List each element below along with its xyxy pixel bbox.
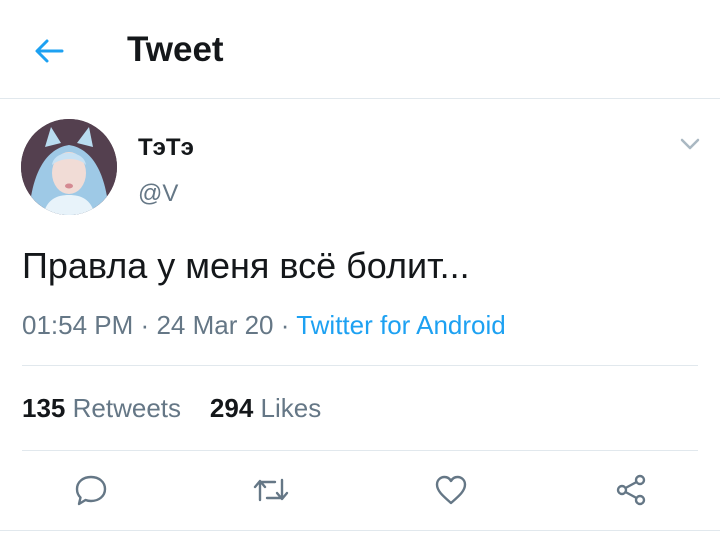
divider: [0, 530, 720, 531]
back-button[interactable]: [30, 32, 68, 70]
retweets-stat[interactable]: 135 Retweets: [22, 393, 181, 423]
avatar-image: [21, 119, 117, 215]
retweet-button[interactable]: [251, 470, 291, 510]
top-bar: Tweet: [0, 0, 720, 99]
tweet-date: 24 Mar 20: [156, 310, 274, 340]
meta-separator: ·: [140, 310, 150, 340]
like-button[interactable]: [431, 470, 471, 510]
retweet-icon: [253, 478, 289, 502]
likes-label: Likes: [260, 393, 322, 423]
tweet-time: 01:54 PM: [22, 310, 134, 340]
reply-icon: [75, 475, 107, 506]
divider: [22, 450, 698, 451]
action-bar: [0, 466, 720, 516]
tweet-menu-button[interactable]: [676, 134, 704, 154]
tweet-meta: 01:54 PM · 24 Mar 20 · Twitter for Andro…: [22, 309, 506, 341]
arrow-left-icon: [35, 39, 64, 63]
tweet-text: Правла у меня всё болит...: [22, 245, 470, 286]
avatar[interactable]: [21, 119, 117, 215]
meta-separator: ·: [280, 310, 290, 340]
tweet-source-link[interactable]: Twitter for Android: [296, 310, 506, 340]
chevron-down-icon: [680, 138, 700, 150]
retweets-label: Retweets: [72, 393, 182, 423]
page-title: Tweet: [127, 30, 224, 69]
likes-count: 294: [209, 393, 254, 423]
share-button[interactable]: [611, 470, 651, 510]
likes-stat[interactable]: 294 Likes: [210, 393, 321, 423]
author-handle[interactable]: @V: [138, 180, 178, 208]
author-name[interactable]: ТэТэ: [138, 134, 194, 162]
tweet-stats: 135 Retweets 294 Likes: [22, 392, 321, 424]
divider: [22, 365, 698, 366]
share-icon: [616, 474, 646, 506]
like-icon: [435, 475, 467, 505]
retweets-count: 135: [22, 393, 66, 423]
reply-button[interactable]: [71, 470, 111, 510]
